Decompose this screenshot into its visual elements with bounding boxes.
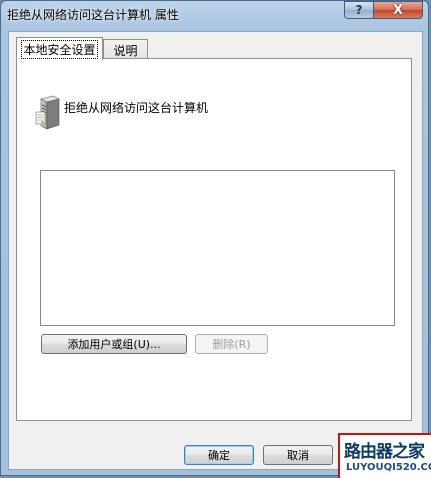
cancel-button[interactable]: 取消 <box>263 445 333 465</box>
title-bar[interactable]: 拒绝从网络访问这台计算机 属性 ? X <box>1 1 428 27</box>
tab-explain[interactable]: 说明 <box>103 39 148 60</box>
properties-dialog: 拒绝从网络访问这台计算机 属性 ? X 本地安全设置 说明 拒绝从网络访问这台计… <box>0 0 429 476</box>
watermark-logo: 路由器之家 LUYOUQI520.COM <box>338 433 431 478</box>
policy-name: 拒绝从网络访问这台计算机 <box>64 101 209 115</box>
close-button[interactable]: X <box>373 1 423 19</box>
watermark-url: LUYOUQI520.COM <box>346 462 431 473</box>
watermark-title: 路由器之家 <box>344 442 425 462</box>
tab-label: 本地安全设置 <box>21 39 98 59</box>
tab-panel: 拒绝从网络访问这台计算机 添加用户或组(U)... 删除(R) <box>16 58 412 421</box>
add-user-or-group-button[interactable]: 添加用户或组(U)... <box>41 334 187 354</box>
tab-label: 说明 <box>113 43 138 58</box>
help-button[interactable]: ? <box>344 1 374 19</box>
server-icon <box>35 95 60 130</box>
ok-button[interactable]: 确定 <box>184 445 254 465</box>
window-title: 拒绝从网络访问这台计算机 属性 <box>7 8 179 22</box>
tab-local-security-setting[interactable]: 本地安全设置 <box>16 37 103 60</box>
user-group-list[interactable] <box>40 170 395 326</box>
remove-button[interactable]: 删除(R) <box>195 334 268 354</box>
dialog-client-area: 本地安全设置 说明 拒绝从网络访问这台计算机 添加用户或组(U)... 删除(R… <box>8 31 423 470</box>
